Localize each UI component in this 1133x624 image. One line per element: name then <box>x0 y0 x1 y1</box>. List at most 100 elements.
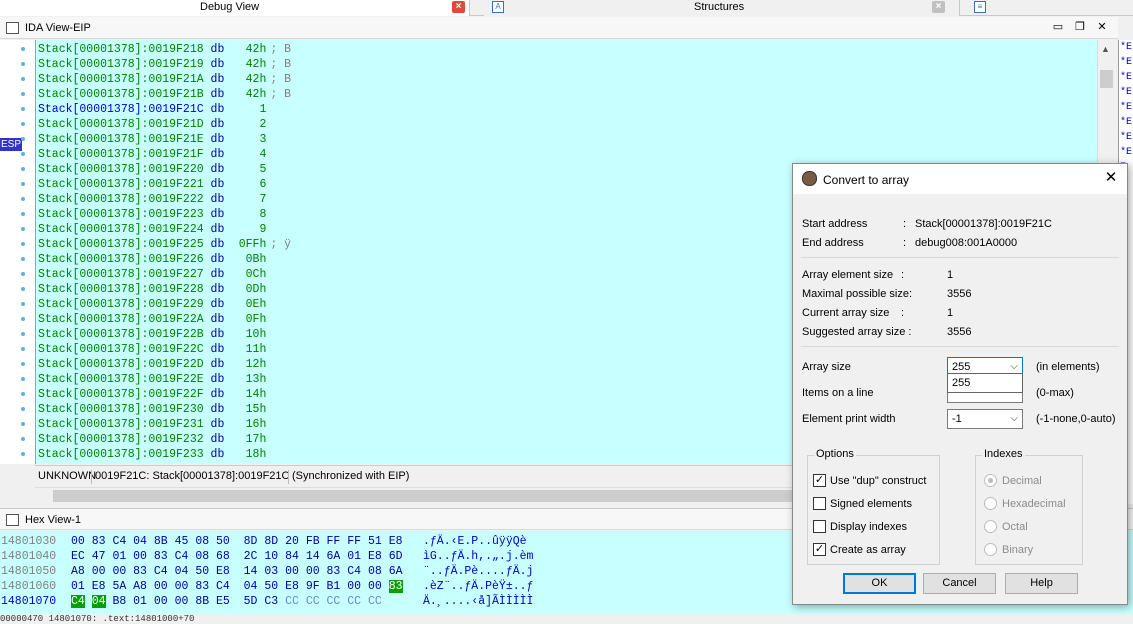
close-icon[interactable]: ✕ <box>1096 21 1108 33</box>
breakpoint-dot[interactable] <box>21 122 25 126</box>
hex-byte[interactable]: 00 <box>71 535 85 548</box>
hex-byte[interactable]: 6A <box>389 565 403 578</box>
hex-byte[interactable]: CC <box>327 595 341 608</box>
breakpoint-dot[interactable] <box>21 182 25 186</box>
breakpoint-dot[interactable] <box>21 227 25 231</box>
close-icon[interactable]: × <box>932 1 945 13</box>
hex-byte[interactable]: E5 <box>216 595 230 608</box>
hex-byte[interactable]: 8D <box>244 535 258 548</box>
tab-structures[interactable]: A Structures × <box>484 0 960 16</box>
hex-byte[interactable]: 5D <box>244 595 258 608</box>
hex-byte[interactable]: 50 <box>195 565 209 578</box>
hex-byte[interactable]: FF <box>327 535 341 548</box>
hex-byte[interactable]: 10 <box>264 550 278 563</box>
hex-byte[interactable]: C4 <box>175 550 189 563</box>
checkbox[interactable]: ✓ <box>813 474 826 487</box>
hex-byte[interactable]: 8D <box>264 535 278 548</box>
scrollbar-thumb[interactable] <box>1100 70 1113 88</box>
breakpoint-dot[interactable] <box>21 317 25 321</box>
breakpoint-dot[interactable] <box>21 332 25 336</box>
breakpoint-dot[interactable] <box>21 422 25 426</box>
hex-byte[interactable]: 83 <box>154 550 168 563</box>
hex-byte[interactable]: C4 <box>347 565 361 578</box>
hex-byte[interactable]: 00 <box>368 580 382 593</box>
breakpoint-dot[interactable] <box>21 392 25 396</box>
hex-byte[interactable]: 5A <box>112 580 126 593</box>
hex-byte[interactable]: E8 <box>216 565 230 578</box>
help-button[interactable]: Help <box>1005 573 1078 594</box>
chevron-down-icon[interactable]: ⌵ <box>1010 410 1018 428</box>
hex-byte[interactable]: C3 <box>264 595 278 608</box>
hex-byte[interactable]: 50 <box>216 535 230 548</box>
hex-byte[interactable]: 00 <box>175 595 189 608</box>
hex-byte[interactable]: 01 <box>133 595 147 608</box>
cancel-button[interactable]: Cancel <box>923 573 996 594</box>
hex-byte[interactable]: 83 <box>195 580 209 593</box>
breakpoint-dot[interactable] <box>21 287 25 291</box>
hex-byte[interactable]: CC <box>368 595 382 608</box>
hex-byte[interactable]: 51 <box>368 535 382 548</box>
hex-byte[interactable]: C4 <box>71 595 85 608</box>
hex-byte[interactable]: 50 <box>264 580 278 593</box>
hex-byte[interactable]: 00 <box>306 565 320 578</box>
breakpoint-dot[interactable] <box>21 347 25 351</box>
hex-byte[interactable]: 04 <box>244 580 258 593</box>
restore-icon[interactable]: ❐ <box>1074 21 1086 33</box>
hex-byte[interactable]: 00 <box>175 580 189 593</box>
hex-byte[interactable]: CC <box>306 595 320 608</box>
hex-byte[interactable]: 14 <box>244 565 258 578</box>
hex-byte[interactable]: 8B <box>195 595 209 608</box>
hex-byte[interactable]: C4 <box>112 535 126 548</box>
hex-byte[interactable]: 01 <box>71 580 85 593</box>
breakpoint-dot[interactable] <box>21 167 25 171</box>
hex-byte[interactable]: E8 <box>285 580 299 593</box>
breakpoint-dot[interactable] <box>21 242 25 246</box>
breakpoint-dot[interactable] <box>21 302 25 306</box>
breakpoint-dot[interactable] <box>21 77 25 81</box>
hex-byte[interactable]: 2C <box>244 550 258 563</box>
hex-byte[interactable]: 68 <box>216 550 230 563</box>
minimize-icon[interactable]: ▭ <box>1052 21 1064 33</box>
hex-byte[interactable]: 04 <box>91 595 106 608</box>
hex-byte[interactable]: C4 <box>216 580 230 593</box>
hex-byte[interactable]: 00 <box>285 565 299 578</box>
hex-byte[interactable]: C4 <box>154 565 168 578</box>
breakpoint-dot[interactable] <box>21 107 25 111</box>
element-print-width-combo[interactable]: -1 ⌵ <box>947 409 1023 429</box>
breakpoint-dot[interactable] <box>21 212 25 216</box>
hex-byte[interactable]: 8B <box>154 535 168 548</box>
ok-button[interactable]: OK <box>843 573 916 594</box>
hex-byte[interactable]: 03 <box>264 565 278 578</box>
checkbox[interactable]: ✓ <box>813 543 826 556</box>
hex-byte[interactable]: E8 <box>368 550 382 563</box>
hex-byte[interactable]: A8 <box>133 580 147 593</box>
hex-byte[interactable]: 83 <box>133 565 147 578</box>
hex-byte[interactable]: 04 <box>175 565 189 578</box>
close-icon[interactable]: ✕ <box>1103 170 1119 186</box>
checkbox[interactable] <box>813 497 826 510</box>
hex-byte[interactable]: 01 <box>112 550 126 563</box>
breakpoint-dot[interactable] <box>21 92 25 96</box>
hex-byte[interactable]: FF <box>347 535 361 548</box>
hex-byte[interactable]: EC <box>71 550 85 563</box>
hex-byte[interactable]: E8 <box>92 580 106 593</box>
breakpoint-dot[interactable] <box>21 407 25 411</box>
array-size-dropdown-option[interactable]: 255 <box>947 373 1023 393</box>
tab-debug-view[interactable]: Debug View × <box>0 0 470 16</box>
hex-byte[interactable]: 00 <box>154 580 168 593</box>
hex-byte[interactable]: 83 <box>388 580 403 593</box>
hex-byte[interactable]: 14 <box>306 550 320 563</box>
hex-byte[interactable]: 20 <box>285 535 299 548</box>
hex-byte[interactable]: 04 <box>133 535 147 548</box>
hex-byte[interactable]: CC <box>347 595 361 608</box>
hex-byte[interactable]: 00 <box>347 580 361 593</box>
hex-byte[interactable]: 00 <box>154 595 168 608</box>
breakpoint-dot[interactable] <box>21 437 25 441</box>
breakpoint-dot[interactable] <box>21 197 25 201</box>
breakpoint-dot[interactable] <box>21 452 25 456</box>
hex-byte[interactable]: E8 <box>389 535 403 548</box>
breakpoint-dot[interactable] <box>21 62 25 66</box>
breakpoint-dot[interactable] <box>21 377 25 381</box>
hex-byte[interactable]: 6D <box>389 550 403 563</box>
hex-byte[interactable]: 08 <box>195 550 209 563</box>
